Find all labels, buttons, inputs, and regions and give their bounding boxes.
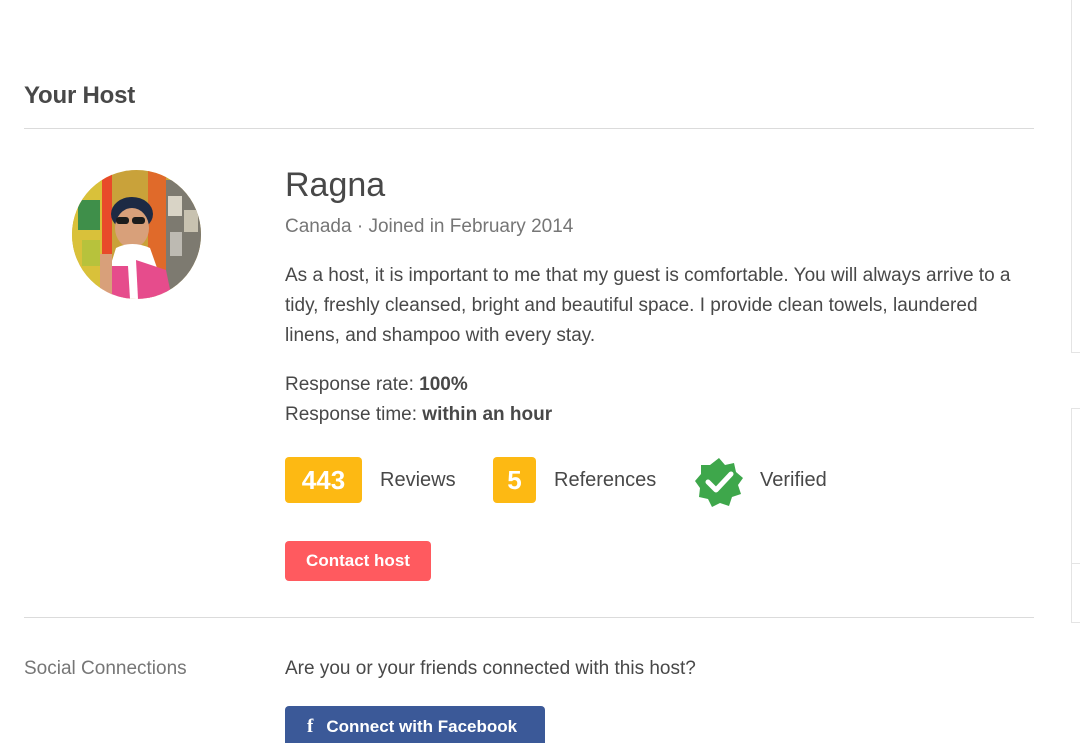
side-panel-edge bbox=[1071, 563, 1080, 564]
divider-top bbox=[24, 128, 1034, 129]
references-count-badge[interactable]: 5 bbox=[493, 457, 536, 503]
connect-facebook-button[interactable]: f Connect with Facebook bbox=[285, 706, 545, 743]
host-meta: Canada · Joined in February 2014 bbox=[285, 216, 574, 237]
response-time: Response time: within an hour bbox=[285, 404, 552, 426]
host-avatar[interactable] bbox=[72, 170, 201, 299]
social-question: Are you or your friends connected with t… bbox=[285, 658, 696, 679]
response-rate: Response rate: 100% bbox=[285, 374, 468, 396]
facebook-icon: f bbox=[307, 716, 314, 737]
side-panel-edge bbox=[1071, 622, 1080, 623]
side-panel-edge bbox=[1071, 408, 1080, 409]
response-rate-value: 100% bbox=[419, 374, 468, 395]
side-panel-edge bbox=[1071, 352, 1080, 353]
social-connections-label: Social Connections bbox=[24, 658, 187, 679]
contact-host-button[interactable]: Contact host bbox=[285, 541, 431, 581]
verified-label: Verified bbox=[760, 469, 827, 491]
section-title: Your Host bbox=[24, 82, 136, 109]
side-panel-edge bbox=[1071, 0, 1072, 352]
references-label[interactable]: References bbox=[554, 469, 656, 492]
response-rate-label: Response rate: bbox=[285, 374, 420, 395]
response-time-label: Response time: bbox=[285, 404, 423, 425]
reviews-count-badge[interactable]: 443 bbox=[285, 457, 362, 503]
connect-facebook-label: Connect with Facebook bbox=[326, 717, 518, 736]
response-time-value: within an hour bbox=[422, 404, 553, 425]
verified-badge-icon bbox=[694, 457, 744, 507]
side-panel-edge bbox=[1071, 408, 1072, 622]
reviews-label[interactable]: Reviews bbox=[380, 469, 456, 492]
divider-bottom bbox=[24, 617, 1034, 618]
host-name[interactable]: Ragna bbox=[285, 166, 385, 205]
host-about: As a host, it is important to me that my… bbox=[285, 265, 1011, 346]
